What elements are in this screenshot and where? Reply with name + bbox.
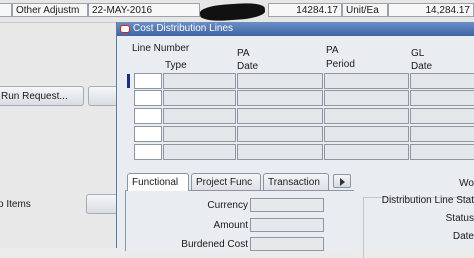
tab-transaction[interactable]: Transaction [263,173,329,190]
work-label: Wo [459,178,474,189]
pa-period-cell[interactable] [324,90,409,106]
redaction-mark [199,1,266,23]
functional-tab-panel: Currency Amount Burdened Cost [125,190,354,251]
window-title: Cost Distribution Lines [133,23,234,34]
bg-button-3[interactable] [86,194,120,214]
cost-distribution-lines-window: Cost Distribution Lines Line Number Type… [116,22,474,258]
date-label: Date [452,231,474,242]
window-title-bar[interactable]: Cost Distribution Lines [117,22,474,36]
record-indicator [127,127,130,141]
arrow-right-icon [340,178,345,186]
background-record-row: Other Adjustm 22-MAY-2016 14284.17 Unit/… [0,0,474,23]
tab-functional[interactable]: Functional [127,173,189,191]
pa-date-cell[interactable] [237,108,323,124]
bg-amount2-field[interactable]: 14,284.17 [388,3,474,17]
pa-date-cell[interactable] [237,126,323,142]
pa-date-cell[interactable] [237,73,323,89]
bg-date-field[interactable]: 22-MAY-2016 [88,3,200,17]
col-header-pa-period-1: PA [326,45,339,56]
col-header-gl-date-1: GL [411,48,425,59]
col-header-line-number: Line Number [132,43,190,54]
oracle-icon [120,25,130,33]
burdened-cost-field[interactable] [250,237,324,251]
pa-period-cell[interactable] [324,144,409,160]
bg-unit-field[interactable]: Unit/Ea [342,3,388,17]
record-indicator [127,145,130,159]
type-cell[interactable] [163,90,236,106]
gl-date-cell[interactable] [410,144,474,160]
col-header-pa-date-2: Date [237,61,259,72]
bg-amount-field[interactable]: 14284.17 [268,3,342,17]
gl-date-cell[interactable] [410,73,474,89]
col-header-gl-date-2: Date [411,61,433,72]
gl-date-cell[interactable] [410,108,474,124]
line-number-cell[interactable] [134,144,162,160]
status-label: Status [445,213,474,224]
pa-date-cell[interactable] [237,90,323,106]
gl-date-cell[interactable] [410,90,474,106]
currency-label: Currency [207,200,248,211]
line-number-cell[interactable] [134,90,162,106]
pa-period-cell[interactable] [324,108,409,124]
bg-type-field[interactable]: Other Adjustm [12,3,88,17]
pa-period-cell[interactable] [324,126,409,142]
type-cell[interactable] [163,73,236,89]
bg-cell-start[interactable] [0,3,12,17]
current-record-indicator [127,74,130,88]
line-number-cell[interactable] [134,126,162,142]
line-number-cell[interactable] [134,73,162,89]
type-cell[interactable] [163,144,236,160]
pa-period-cell[interactable] [324,73,409,89]
line-number-cell[interactable] [134,108,162,124]
col-header-pa-period-2: Period [326,59,355,70]
items-button[interactable]: o Items [0,195,86,215]
distribution-line-status-label: Distribution Line Stat [381,195,474,206]
pa-date-cell[interactable] [237,144,323,160]
tab-project-func[interactable]: Project Func [191,173,261,190]
gl-date-cell[interactable] [410,126,474,142]
currency-field[interactable] [250,198,324,212]
col-header-pa-date-1: PA [237,48,250,59]
type-cell[interactable] [163,126,236,142]
col-header-type: Type [165,60,187,71]
record-indicator [127,91,130,105]
burdened-cost-label: Burdened Cost [181,239,248,250]
run-request-button[interactable]: Run Request... [0,86,84,106]
type-cell[interactable] [163,108,236,124]
amount-label: Amount [213,220,248,231]
record-indicator [127,109,130,123]
tab-scroll-right-button[interactable] [333,174,351,188]
amount-field[interactable] [250,218,324,232]
